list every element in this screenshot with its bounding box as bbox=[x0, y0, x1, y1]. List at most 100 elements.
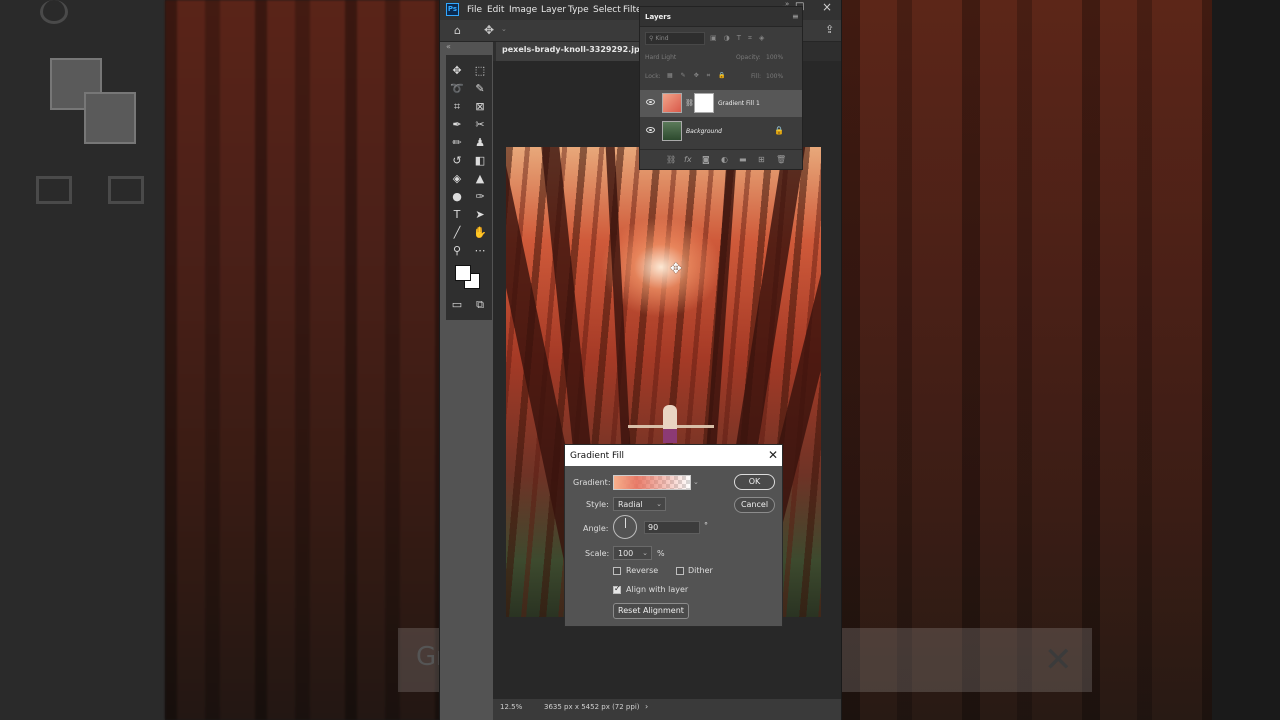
fill-value[interactable]: 100% bbox=[766, 73, 783, 80]
dodge-tool-icon[interactable]: ● bbox=[449, 189, 465, 205]
background-left-panel bbox=[0, 0, 165, 720]
brush-tool-icon[interactable]: ✏ bbox=[449, 135, 465, 151]
menu-layer[interactable]: Layer bbox=[541, 5, 566, 15]
menu-select[interactable]: Select bbox=[593, 5, 621, 15]
gradient-fill-thumbnail[interactable] bbox=[662, 93, 682, 113]
tool-preset-chevron-icon[interactable]: ⌄ bbox=[501, 25, 507, 33]
scale-unit: % bbox=[657, 549, 665, 558]
photoshop-logo-icon: Ps bbox=[446, 3, 459, 16]
menu-type[interactable]: Type bbox=[568, 5, 589, 15]
style-select[interactable]: Radial ⌄ bbox=[613, 497, 666, 511]
eyedropper-tool-icon[interactable]: ✒ bbox=[449, 117, 465, 133]
gradient-dropdown-chevron-icon[interactable]: ⌄ bbox=[693, 478, 699, 486]
angle-input[interactable]: 90 bbox=[644, 521, 700, 534]
layer-mask-thumbnail[interactable] bbox=[694, 93, 714, 113]
move-tool-icon[interactable]: ✥ bbox=[449, 63, 465, 79]
path-selection-tool-icon[interactable]: ➤ bbox=[472, 207, 488, 223]
chevron-down-icon: ⌄ bbox=[656, 500, 662, 508]
scale-value: 100 bbox=[618, 549, 634, 558]
status-bar: 12.5% 3635 px x 5452 px (72 ppi) › bbox=[493, 699, 841, 720]
layer-filter-kind-label: Kind bbox=[655, 35, 669, 42]
lock-label: Lock: bbox=[645, 73, 661, 80]
pen-tool-icon[interactable]: ✑ bbox=[472, 189, 488, 205]
collapse-panel-icon[interactable]: » bbox=[785, 0, 789, 8]
background-thumbnail[interactable] bbox=[662, 121, 682, 141]
scale-select[interactable]: 100 ⌄ bbox=[613, 546, 652, 560]
add-mask-icon[interactable]: ◙ bbox=[702, 155, 710, 164]
move-tool-icon[interactable]: ✥ bbox=[484, 23, 494, 37]
eraser-tool-icon[interactable]: ◧ bbox=[472, 153, 488, 169]
clone-stamp-tool-icon[interactable]: ♟ bbox=[472, 135, 488, 151]
layer-name[interactable]: Gradient Fill 1 bbox=[718, 100, 760, 107]
layer-name[interactable]: Background bbox=[686, 128, 722, 135]
panel-menu-icon[interactable]: ≡ bbox=[792, 12, 799, 21]
menu-edit[interactable]: Edit bbox=[487, 5, 504, 15]
adjustment-layer-icon[interactable]: ◐ bbox=[721, 155, 728, 164]
blur-tool-icon[interactable]: ▲ bbox=[472, 171, 488, 187]
screen-mode-icon[interactable]: ⧉ bbox=[472, 297, 488, 313]
background-left-scene bbox=[165, 0, 440, 720]
ok-button[interactable]: OK bbox=[734, 474, 775, 490]
cancel-button[interactable]: Cancel bbox=[734, 497, 775, 513]
layer-filter-kind[interactable]: ⚲ Kind bbox=[645, 32, 705, 45]
layer-filter-icons[interactable]: ▣◑T⌗◈ bbox=[710, 34, 771, 43]
type-tool-icon[interactable]: T bbox=[449, 207, 465, 223]
screen: Gr ✕ Ps File Edit Image Layer Type Selec… bbox=[0, 0, 1280, 720]
quick-mask-icon[interactable]: ▭ bbox=[449, 297, 465, 313]
align-with-layer-label[interactable]: Align with layer bbox=[626, 585, 688, 594]
layers-panel-footer: ⛓ fx ◙ ◐ ▬ ⊞ 🗑 bbox=[640, 149, 802, 169]
lock-icon[interactable]: 🔒 bbox=[774, 126, 784, 135]
chevron-down-icon: ⌄ bbox=[642, 549, 648, 557]
close-icon[interactable]: ✕ bbox=[768, 448, 778, 462]
menu-file[interactable]: File bbox=[467, 5, 482, 15]
fill-label: Fill: bbox=[751, 73, 762, 80]
reverse-label[interactable]: Reverse bbox=[626, 566, 658, 575]
delete-layer-icon[interactable]: 🗑 bbox=[776, 155, 786, 164]
more-tools-icon[interactable]: ⋯ bbox=[472, 243, 488, 259]
layer-row-gradient-fill[interactable]: ⛓ Gradient Fill 1 bbox=[640, 90, 802, 117]
visibility-eye-icon[interactable] bbox=[646, 99, 655, 105]
layer-link-icon: ⛓ bbox=[685, 99, 694, 107]
history-brush-tool-icon[interactable]: ↺ bbox=[449, 153, 465, 169]
new-layer-icon[interactable]: ⊞ bbox=[758, 155, 765, 164]
menu-image[interactable]: Image bbox=[509, 5, 537, 15]
hand-tool-icon[interactable]: ✋ bbox=[472, 225, 488, 241]
marquee-tool-icon[interactable]: ⬚ bbox=[472, 63, 488, 79]
paint-bucket-tool-icon[interactable]: ◈ bbox=[449, 171, 465, 187]
zoom-level[interactable]: 12.5% bbox=[500, 703, 522, 711]
home-icon[interactable]: ⌂ bbox=[454, 24, 461, 37]
lasso-tool-icon[interactable]: ➰ bbox=[449, 81, 465, 97]
align-with-layer-checkbox[interactable] bbox=[613, 584, 621, 594]
dither-label[interactable]: Dither bbox=[688, 566, 713, 575]
lock-icons[interactable]: ▦✎✥⌗🔒 bbox=[667, 72, 734, 80]
quick-select-tool-icon[interactable]: ✎ bbox=[472, 81, 488, 97]
zoom-tool-icon[interactable]: ⚲ bbox=[449, 243, 465, 259]
style-label: Style: bbox=[586, 500, 609, 509]
layers-panel-title[interactable]: Layers bbox=[645, 13, 671, 21]
link-layers-icon[interactable]: ⛓ bbox=[666, 155, 676, 164]
visibility-eye-icon[interactable] bbox=[646, 127, 655, 133]
line-tool-icon[interactable]: ╱ bbox=[449, 225, 465, 241]
opacity-value[interactable]: 100% bbox=[766, 54, 783, 61]
ghost-quickmask-icon bbox=[36, 176, 72, 204]
blend-mode-select[interactable]: Hard Light bbox=[645, 54, 676, 61]
collapse-toolbar-icon[interactable]: « bbox=[446, 42, 451, 51]
reverse-checkbox[interactable] bbox=[613, 567, 621, 575]
crop-tool-icon[interactable]: ⌗ bbox=[449, 99, 465, 115]
gradient-picker[interactable] bbox=[613, 475, 691, 490]
share-icon[interactable]: ⇪ bbox=[825, 23, 834, 36]
status-expand-icon[interactable]: › bbox=[645, 702, 648, 711]
layer-style-icon[interactable]: fx bbox=[684, 155, 692, 164]
dialog-title: Gradient Fill bbox=[570, 451, 625, 461]
background-right-dark bbox=[1212, 0, 1280, 720]
layer-row-background[interactable]: Background 🔒 bbox=[640, 118, 802, 145]
reset-alignment-button[interactable]: Reset Alignment bbox=[613, 603, 689, 619]
ghost-bg-swatch-icon bbox=[84, 92, 136, 144]
angle-dial[interactable] bbox=[613, 515, 637, 539]
frame-tool-icon[interactable]: ⊠ bbox=[472, 99, 488, 115]
spot-healing-tool-icon[interactable]: ✂ bbox=[472, 117, 488, 133]
close-app-button[interactable]: × bbox=[822, 0, 832, 14]
dither-checkbox[interactable] bbox=[676, 567, 684, 575]
new-group-icon[interactable]: ▬ bbox=[739, 155, 747, 164]
foreground-color-swatch[interactable] bbox=[455, 265, 471, 281]
